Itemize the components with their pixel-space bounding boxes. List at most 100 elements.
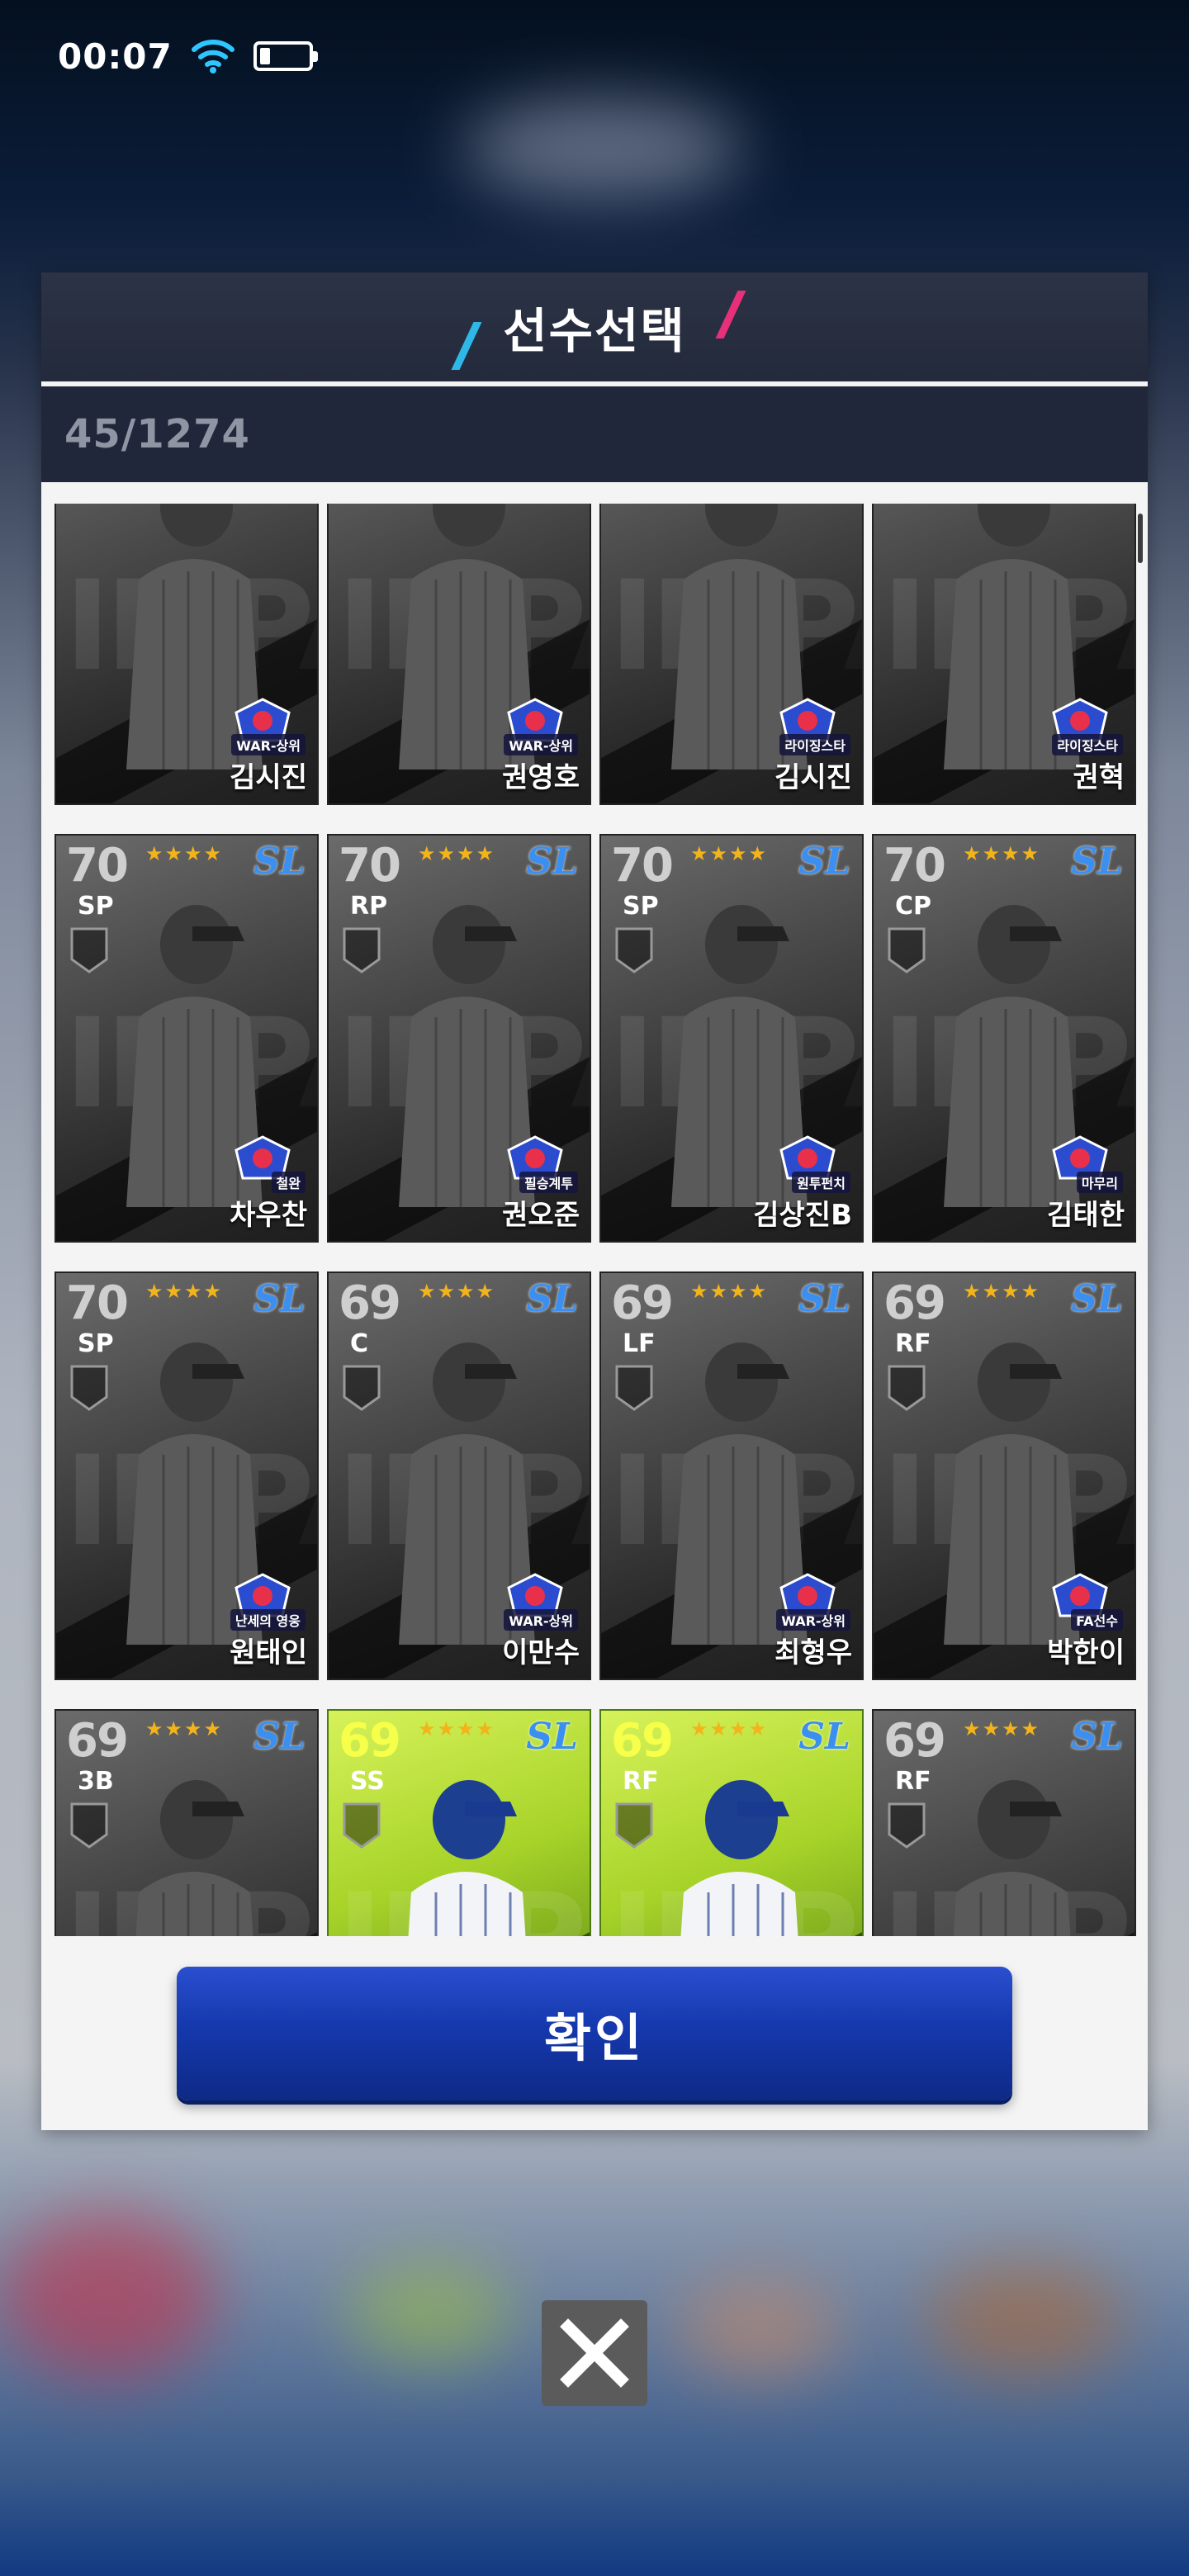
trait-badge-label: 난세의 영웅 xyxy=(230,1609,306,1631)
card-stars: ★★★★ xyxy=(963,1280,1041,1303)
player-card[interactable]: IMPACT 70 SP ★★★★ SL 난세의 영웅 원태인 xyxy=(54,1271,319,1680)
player-card[interactable]: IMPACT 69 LF ★★★★ SL WAR-상위 최형우 xyxy=(599,1271,864,1680)
close-button[interactable] xyxy=(542,2300,647,2406)
card-rating: 69 xyxy=(611,1276,674,1330)
team-logo: SL xyxy=(798,841,850,883)
trait-badge-label: 라이징스타 xyxy=(1052,734,1123,755)
shield-icon xyxy=(70,1365,108,1411)
player-card-grid[interactable]: IMPACT SL WAR-상위 김시진 IMPACT xyxy=(54,504,1148,1936)
player-photo xyxy=(408,1780,526,1936)
header-decoration xyxy=(715,291,746,339)
shield-icon xyxy=(888,927,926,973)
team-logo: SL xyxy=(1071,841,1123,883)
background-blur xyxy=(462,99,743,198)
card-stars: ★★★★ xyxy=(145,1280,224,1303)
card-stars: ★★★★ xyxy=(690,1280,769,1303)
card-position: C xyxy=(350,1329,369,1358)
player-card[interactable]: IMPACT 69 3B ★★★★ SL 캡틴 이원석B xyxy=(54,1709,319,1936)
card-position: SP xyxy=(78,892,114,921)
trait-badge-label: 필승계투 xyxy=(519,1172,578,1193)
card-rating: 69 xyxy=(339,1276,401,1330)
shield-icon xyxy=(343,1365,381,1411)
player-name: 이만수 xyxy=(502,1636,580,1669)
card-position: LF xyxy=(623,1329,656,1358)
shield-icon xyxy=(615,927,653,973)
player-card[interactable]: IMPACT 70 RP ★★★★ SL 필승계투 권오준 xyxy=(327,834,591,1243)
trait-badge-label: 마무리 xyxy=(1076,1172,1123,1193)
wifi-icon xyxy=(191,40,234,73)
trait-badge-label: 철완 xyxy=(271,1172,306,1193)
card-rating: 69 xyxy=(611,1714,674,1768)
battery-icon xyxy=(253,41,318,71)
player-name: 김태한 xyxy=(1047,1199,1125,1232)
player-card[interactable]: IMPACT SL 라이징스타 권혁 xyxy=(872,504,1136,805)
card-stars: ★★★★ xyxy=(963,1717,1041,1740)
card-stars: ★★★★ xyxy=(690,1717,769,1740)
player-card[interactable]: IMPACT 69 RF ★★★★ SL FA선수 박한이 xyxy=(872,1271,1136,1680)
card-position: RF xyxy=(895,1767,931,1796)
trait-badge-label: WAR-상위 xyxy=(776,1609,850,1631)
player-card[interactable]: IMPACT 69 RF ★★★★ SL 호타준족 강봉규 xyxy=(599,1709,864,1936)
team-logo: SL xyxy=(253,841,306,883)
card-stars: ★★★★ xyxy=(145,842,224,865)
card-position: RP xyxy=(350,892,388,921)
player-card[interactable]: IMPACT SL WAR-상위 김시진 xyxy=(54,504,319,805)
background-blur xyxy=(347,2262,512,2361)
player-name: 차우찬 xyxy=(230,1199,307,1232)
team-logo: SL xyxy=(253,1278,306,1320)
shield-icon xyxy=(70,1802,108,1849)
player-card[interactable]: IMPACT 70 SP ★★★★ SL 철완 차우찬 xyxy=(54,834,319,1243)
team-logo: SL xyxy=(253,1716,306,1758)
scrollbar[interactable] xyxy=(1138,514,1143,563)
shield-icon xyxy=(343,927,381,973)
team-logo: SL xyxy=(526,1278,578,1320)
player-card[interactable]: IMPACT 69 RF ★★★★ SL 난세의 영웅 구자욱 xyxy=(872,1709,1136,1936)
card-rating: 70 xyxy=(883,839,946,893)
card-rating: 70 xyxy=(66,1276,129,1330)
card-position: RF xyxy=(895,1329,931,1358)
card-stars: ★★★★ xyxy=(418,1280,496,1303)
team-logo: SL xyxy=(526,1716,578,1758)
player-card[interactable]: IMPACT 70 CP ★★★★ SL 마무리 김태한 xyxy=(872,834,1136,1243)
player-count: 45/1274 xyxy=(64,411,250,457)
background-blur xyxy=(0,2213,215,2378)
player-card[interactable]: IMPACT 70 SP ★★★★ SL 원투펀치 김상진B xyxy=(599,834,864,1243)
background-blur xyxy=(677,2279,842,2378)
status-time: 00:07 xyxy=(58,36,173,77)
team-logo: SL xyxy=(1071,1716,1123,1758)
card-rating: 69 xyxy=(339,1714,401,1768)
trait-badge-label: 라이징스타 xyxy=(779,734,850,755)
trait-badge-label: 원투펀치 xyxy=(792,1172,850,1193)
header-decoration xyxy=(451,322,482,370)
player-photo xyxy=(953,1780,1071,1936)
card-position: SS xyxy=(350,1767,385,1796)
player-card[interactable]: IMPACT 69 SS ★★★★ SL 지니어 박진만 xyxy=(327,1709,591,1936)
card-stars: ★★★★ xyxy=(963,842,1041,865)
team-logo: SL xyxy=(798,1716,850,1758)
dialog-title: 선수선택 xyxy=(503,303,686,359)
card-stars: ★★★★ xyxy=(690,842,769,865)
dialog-subheader: 45/1274 xyxy=(41,386,1148,482)
player-name: 박한이 xyxy=(1047,1636,1125,1669)
card-position: CP xyxy=(895,892,932,921)
trait-badge-label: FA선수 xyxy=(1071,1609,1123,1631)
background-blur xyxy=(925,2262,1123,2378)
player-name: 최형우 xyxy=(775,1636,852,1669)
shield-icon xyxy=(615,1802,653,1849)
player-name: 김시진 xyxy=(230,761,307,794)
player-card[interactable]: IMPACT SL 라이징스타 김시진 xyxy=(599,504,864,805)
team-logo: SL xyxy=(798,1278,850,1320)
trait-badge-label: WAR-상위 xyxy=(231,734,306,755)
card-position: SP xyxy=(623,892,659,921)
player-card[interactable]: IMPACT 69 C ★★★★ SL WAR-상위 이만수 xyxy=(327,1271,591,1680)
confirm-button[interactable]: 확인 xyxy=(177,1967,1012,2100)
player-card[interactable]: IMPACT SL WAR-상위 권영호 xyxy=(327,504,591,805)
trait-badge-label: WAR-상위 xyxy=(504,1609,578,1631)
card-stars: ★★★★ xyxy=(418,842,496,865)
status-bar: 00:07 xyxy=(58,31,318,81)
card-position: SP xyxy=(78,1329,114,1358)
player-name: 권오준 xyxy=(502,1199,580,1232)
card-rating: 69 xyxy=(883,1276,946,1330)
card-position: 3B xyxy=(78,1767,114,1796)
trait-badge-label: WAR-상위 xyxy=(504,734,578,755)
